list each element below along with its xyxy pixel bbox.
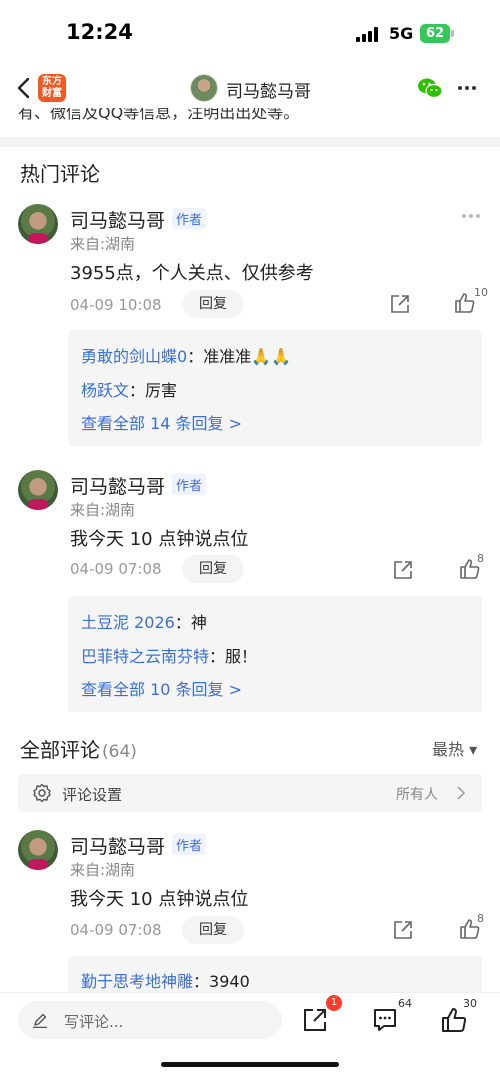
chevron-right-icon xyxy=(457,786,466,800)
all-comments-title: 全部评论 (64) xyxy=(20,734,137,763)
author-badge: 作者 xyxy=(172,208,207,229)
comment-text: 我今天 10 点钟说点位 xyxy=(70,529,249,550)
avatar[interactable] xyxy=(18,830,58,870)
reply-button[interactable]: 回复 xyxy=(182,555,244,583)
like-count: 10 xyxy=(474,286,488,299)
reply-user[interactable]: 土豆泥 2026 xyxy=(81,613,175,632)
reply-item[interactable]: 土豆泥 2026：神 xyxy=(81,609,207,633)
comment-text: 3955点，个人关点、仅供参考 xyxy=(70,263,314,284)
logo-line1: 东方 xyxy=(42,76,62,87)
reply-separator: ： xyxy=(209,647,226,666)
settings-value: 所有人 xyxy=(396,787,438,803)
replies-box: 土豆泥 2026：神 巴菲特之云南芬特：服！ 查看全部 10 条回复 > xyxy=(68,596,482,712)
network-label: 5G xyxy=(389,24,414,43)
reply-separator: ： xyxy=(129,381,146,400)
pencil-icon xyxy=(33,1013,47,1028)
back-icon[interactable] xyxy=(14,76,34,100)
comment-count: (64) xyxy=(102,742,137,762)
like-total: 30 xyxy=(463,997,477,1010)
logo-line2: 财富 xyxy=(42,88,62,99)
reply-button[interactable]: 回复 xyxy=(182,290,244,318)
author-badge: 作者 xyxy=(172,474,207,495)
reply-text: 准准准🙏🙏 xyxy=(203,347,292,366)
gear-icon xyxy=(33,783,51,803)
comment-text: 我今天 10 点钟说点位 xyxy=(70,889,249,910)
reply-item[interactable]: 巴菲特之云南芬特：服！ xyxy=(81,643,257,667)
comment-location: 来自:湖南 xyxy=(70,235,136,253)
section-divider xyxy=(0,137,500,147)
comment-placeholder: 写评论... xyxy=(64,1013,124,1031)
view-all-replies-link[interactable]: 查看全部 14 条回复 > xyxy=(81,410,242,434)
view-all-replies-link[interactable]: 查看全部 10 条回复 > xyxy=(81,676,242,700)
share-badge: 1 xyxy=(326,995,342,1011)
nav-title[interactable]: 司马懿马哥 xyxy=(226,77,311,102)
comment-time: 04-09 07:08 xyxy=(70,921,162,939)
reply-user[interactable]: 勤于思考地神雕 xyxy=(81,972,193,991)
signal-icon xyxy=(356,26,382,42)
reply-user[interactable]: 勇敢的剑山蝶0 xyxy=(81,347,187,366)
battery-level: 62 xyxy=(420,24,450,43)
share-icon[interactable] xyxy=(302,1007,328,1033)
like-icon[interactable] xyxy=(441,1007,467,1033)
replies-box: 勤于思考地神雕：3940 xyxy=(68,956,482,996)
more-icon[interactable] xyxy=(458,86,482,92)
comment-total: 64 xyxy=(398,997,412,1010)
avatar[interactable] xyxy=(18,204,58,244)
reply-text: 服！ xyxy=(225,647,258,666)
share-icon[interactable] xyxy=(393,560,413,580)
comment-input[interactable]: 写评论... xyxy=(18,1001,282,1039)
comment-author[interactable]: 司马懿马哥 xyxy=(70,832,165,859)
article-tail-text: 有、微信及QQ等信息，注明出出处等。 xyxy=(18,108,300,120)
comment-author[interactable]: 司马懿马哥 xyxy=(70,472,165,499)
reply-button[interactable]: 回复 xyxy=(182,916,244,944)
comment-more-icon[interactable] xyxy=(462,214,483,233)
reply-item[interactable]: 勇敢的剑山蝶0：准准准🙏🙏 xyxy=(81,343,291,367)
reply-separator: ： xyxy=(193,972,210,991)
like-count: 8 xyxy=(477,552,484,565)
author-avatar[interactable] xyxy=(190,74,218,102)
reply-separator: ： xyxy=(187,347,204,366)
battery-icon: 62 xyxy=(420,24,454,43)
like-count: 8 xyxy=(477,912,484,925)
comment-icon[interactable] xyxy=(372,1007,398,1033)
hot-comments-title: 热门评论 xyxy=(20,162,100,186)
reply-separator: ： xyxy=(174,613,191,632)
nav-bar: 东方 财富 司马懿马哥 xyxy=(0,62,500,114)
reply-text: 神 xyxy=(190,613,207,632)
avatar[interactable] xyxy=(18,470,58,510)
comment-location: 来自:湖南 xyxy=(70,861,136,879)
bottom-action-bar: 写评论... 1 64 30 xyxy=(0,992,500,1084)
comment-time: 04-09 07:08 xyxy=(70,560,162,578)
sort-dropdown[interactable]: 最热 ▾ xyxy=(432,736,477,760)
status-bar: 12:24 5G 62 xyxy=(0,0,500,62)
comment-author[interactable]: 司马懿马哥 xyxy=(70,206,165,233)
app-logo[interactable]: 东方 财富 xyxy=(38,74,66,102)
share-icon[interactable] xyxy=(390,294,410,314)
comment-settings-bar[interactable]: 评论设置 所有人 xyxy=(18,774,482,812)
reply-item[interactable]: 勤于思考地神雕：3940 xyxy=(81,968,250,992)
all-comments-label: 全部评论 xyxy=(20,738,100,762)
comment-location: 来自:湖南 xyxy=(70,501,136,519)
reply-user[interactable]: 巴菲特之云南芬特 xyxy=(81,647,209,666)
status-time: 12:24 xyxy=(66,20,133,44)
wechat-icon[interactable] xyxy=(416,76,444,100)
reply-text: 厉害 xyxy=(145,381,178,400)
comment-time: 04-09 10:08 xyxy=(70,296,162,314)
replies-box: 勇敢的剑山蝶0：准准准🙏🙏 杨跃文：厉害 查看全部 14 条回复 > xyxy=(68,330,482,446)
reply-text: 3940 xyxy=(209,972,250,991)
reply-user[interactable]: 杨跃文 xyxy=(81,381,129,400)
share-icon[interactable] xyxy=(393,920,413,940)
like-icon[interactable] xyxy=(454,292,476,314)
author-badge: 作者 xyxy=(172,834,207,855)
home-indicator xyxy=(161,1062,339,1067)
settings-label: 评论设置 xyxy=(62,786,123,804)
reply-item[interactable]: 杨跃文：厉害 xyxy=(81,377,177,401)
